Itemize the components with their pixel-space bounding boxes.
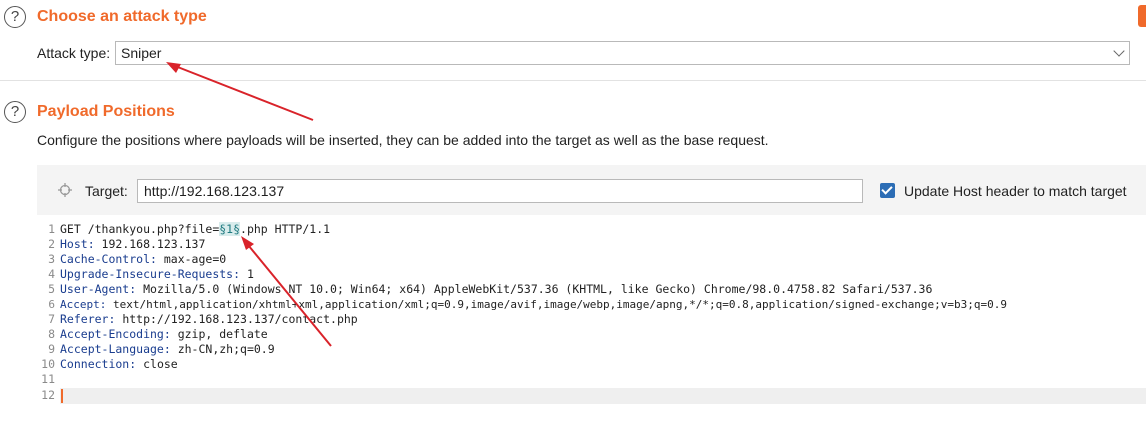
header-value: close: [136, 357, 178, 371]
line-number: 10: [41, 357, 55, 371]
request-line: 3 Cache-Control: max-age=0: [37, 252, 226, 267]
header-name: Host:: [60, 237, 95, 251]
update-host-label[interactable]: Update Host header to match target: [904, 183, 1127, 199]
request-line: 10 Connection: close: [37, 357, 178, 372]
request-line: 11: [37, 372, 60, 387]
header-value: Mozilla/5.0 (Windows NT 10.0; Win64; x64…: [136, 282, 933, 296]
line-number: 7: [48, 312, 55, 326]
header-value: zh-CN,zh;q=0.9: [170, 342, 275, 356]
request-line: 12: [37, 388, 60, 403]
header-name: Connection:: [60, 357, 137, 371]
attack-type-label: Attack type:: [37, 45, 111, 61]
chevron-down-icon: [1113, 45, 1125, 57]
header-name: Accept-Language:: [60, 342, 171, 356]
request-line-text: GET /thankyou.php?file=: [60, 222, 220, 236]
request-line: 7 Referer: http://192.168.123.137/contact…: [37, 312, 358, 327]
line-number: 6: [48, 298, 55, 311]
target-input[interactable]: http://192.168.123.137: [137, 179, 863, 203]
annotation-arrow-to-attack-type: [166, 62, 314, 121]
request-editor[interactable]: 1 GET /thankyou.php?file=§1§.php HTTP/1.1…: [37, 221, 1146, 429]
line-number: 8: [48, 327, 55, 341]
line-number: 2: [48, 237, 55, 251]
header-value: max-age=0: [156, 252, 227, 266]
header-value: text/html,application/xhtml+xml,applicat…: [106, 298, 1008, 311]
header-value: 192.168.123.137: [94, 237, 206, 251]
header-name: Cache-Control:: [60, 252, 157, 266]
line-number: 1: [48, 222, 55, 236]
header-name: Upgrade-Insecure-Requests:: [60, 267, 241, 281]
header-name: Accept-Encoding:: [60, 327, 171, 341]
payload-positions-description: Configure the positions where payloads w…: [37, 132, 769, 148]
text-caret: [61, 389, 63, 403]
help-icon[interactable]: ?: [4, 101, 26, 123]
help-icon[interactable]: ?: [4, 6, 26, 28]
payload-positions-title: Payload Positions: [37, 103, 175, 120]
target-label: Target:: [85, 183, 128, 199]
header-value: 1: [240, 267, 254, 281]
current-line-highlight: [60, 388, 1146, 404]
header-name: Referer:: [60, 312, 116, 326]
attack-type-title: Choose an attack type: [37, 8, 207, 25]
request-line: 9 Accept-Language: zh-CN,zh;q=0.9: [37, 342, 275, 357]
header-value: http://192.168.123.137/contact.php: [115, 312, 358, 326]
crosshair-icon: [58, 183, 72, 197]
line-number: 5: [48, 282, 55, 296]
attack-type-select[interactable]: Sniper: [115, 41, 1130, 65]
line-number: 9: [48, 342, 55, 356]
request-line: 1 GET /thankyou.php?file=§1§.php HTTP/1.1: [37, 222, 330, 237]
payload-position-marker[interactable]: §1§: [219, 222, 241, 236]
attack-type-value: Sniper: [121, 45, 162, 61]
request-line-text: .php HTTP/1.1: [240, 222, 331, 236]
header-value: gzip, deflate: [170, 327, 268, 341]
header-name: User-Agent:: [60, 282, 137, 296]
line-number: 12: [41, 388, 55, 402]
header-name: Accept:: [60, 298, 107, 311]
start-attack-button-edge[interactable]: [1138, 5, 1146, 27]
request-line: 8 Accept-Encoding: gzip, deflate: [37, 327, 268, 342]
line-number: 3: [48, 252, 55, 266]
request-line: 2 Host: 192.168.123.137: [37, 237, 205, 252]
line-number: 4: [48, 267, 55, 281]
request-line: 4 Upgrade-Insecure-Requests: 1: [37, 267, 254, 282]
update-host-checkbox[interactable]: [880, 183, 895, 198]
line-number: 11: [41, 372, 55, 386]
section-divider: [0, 80, 1146, 81]
request-line: 5 User-Agent: Mozilla/5.0 (Windows NT 10.…: [37, 282, 932, 297]
request-line: 6 Accept: text/html,application/xhtml+xml…: [37, 297, 1007, 312]
